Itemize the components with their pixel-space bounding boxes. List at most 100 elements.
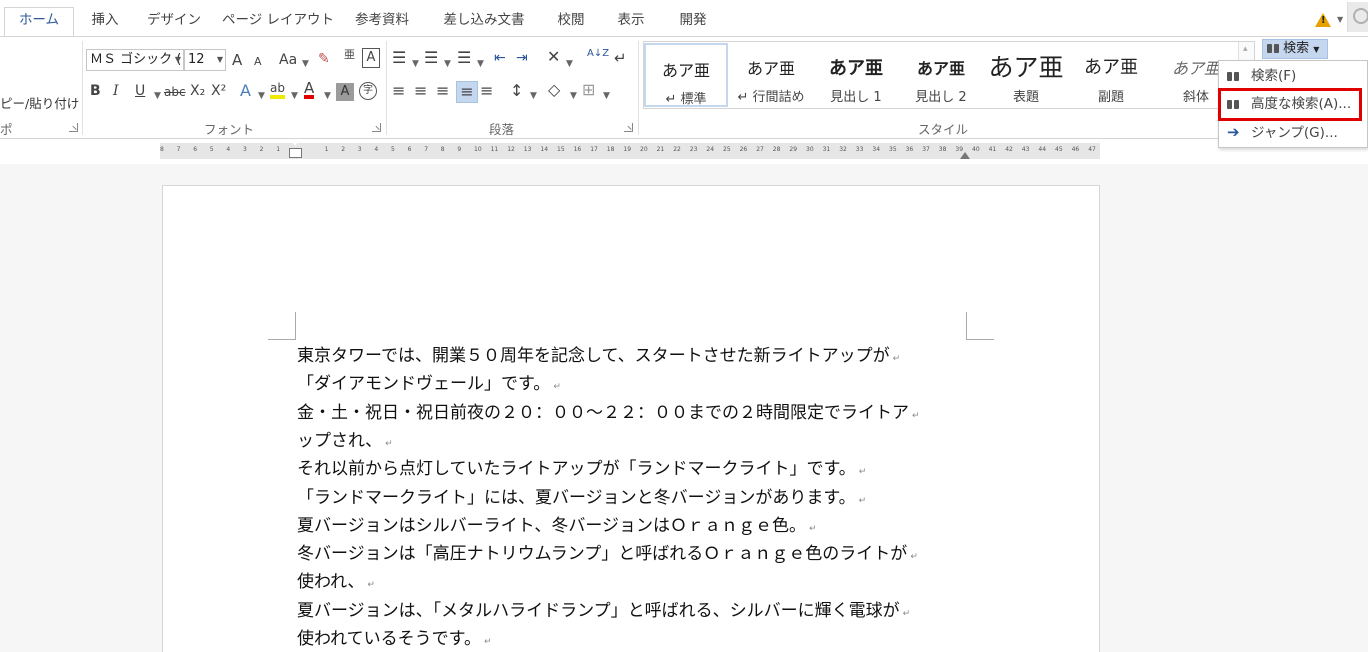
style-sample: あア亜 bbox=[988, 53, 1064, 82]
font-color-icon[interactable]: A bbox=[304, 81, 315, 99]
tab-home[interactable]: ホーム bbox=[4, 7, 74, 37]
paragraph-mark-icon: ↵ bbox=[367, 580, 375, 591]
tab-references[interactable]: 参考資料 bbox=[346, 8, 418, 36]
decrease-indent-icon[interactable]: ⇤ bbox=[494, 49, 506, 67]
tab-review[interactable]: 校閲 bbox=[548, 8, 594, 36]
document-line[interactable]: 夏バージョンは、「メタルハライドランプ」と呼ばれる、シルバーに輝く電球が ↵ bbox=[297, 597, 910, 625]
document-line[interactable]: 使われ、 ↵ bbox=[297, 568, 375, 596]
document-line[interactable]: ップされ、 ↵ bbox=[297, 427, 393, 455]
change-case-icon[interactable]: Aa bbox=[279, 51, 297, 69]
phonetic-guide-icon[interactable]: 亜 bbox=[344, 49, 355, 60]
ruler-tick: 29 bbox=[789, 146, 798, 153]
align-left-icon[interactable]: ≡ bbox=[392, 82, 405, 100]
font-size-combobox[interactable]: 12 ▼ bbox=[184, 49, 226, 71]
show-marks-icon[interactable]: ↵ bbox=[614, 49, 627, 67]
borders-icon[interactable]: ⊞ bbox=[582, 81, 595, 99]
ruler-tick: 15 bbox=[557, 146, 565, 153]
chevron-down-icon[interactable]: ▼ bbox=[444, 55, 451, 73]
character-border-icon[interactable]: A bbox=[362, 48, 380, 68]
document-line[interactable]: それ以前から点灯していたライトアップが「ランドマークライト」です。 ↵ bbox=[297, 455, 866, 483]
numbering-icon[interactable]: ☰ bbox=[424, 49, 438, 67]
document-line[interactable]: 「ランドマークライト」には、夏バージョンと冬バージョンがあります。 ↵ bbox=[297, 484, 866, 512]
font-launcher-icon[interactable] bbox=[372, 123, 381, 132]
first-line-indent-marker[interactable] bbox=[289, 139, 302, 163]
italic-button[interactable]: I bbox=[113, 82, 119, 100]
style-heading-2[interactable]: あア亜 見出し 2 bbox=[899, 43, 983, 107]
align-right-icon[interactable]: ≡ bbox=[436, 82, 449, 100]
chevron-down-icon[interactable]: ▼ bbox=[566, 55, 573, 73]
font-name-combobox[interactable]: ＭＳ ゴシック ( ▼ bbox=[86, 49, 184, 71]
menu-item-goto[interactable]: ➔ ジャンプ(G)... bbox=[1219, 119, 1367, 145]
tab-mailings[interactable]: 差し込み文書 bbox=[436, 8, 532, 36]
chevron-down-icon[interactable]: ▼ bbox=[603, 87, 610, 105]
strikethrough-button[interactable]: abc bbox=[164, 83, 186, 101]
subscript-button[interactable]: X₂ bbox=[190, 82, 205, 100]
chevron-down-icon[interactable]: ▼ bbox=[412, 55, 419, 73]
style-normal[interactable]: あア亜 ↵ 標準 bbox=[644, 43, 728, 107]
paste-button-label[interactable]: ピー/貼り付け bbox=[0, 93, 79, 112]
style-title[interactable]: あア亜 表題 bbox=[984, 43, 1068, 107]
menu-item-find[interactable]: 検索(F) bbox=[1219, 63, 1367, 89]
account-icon[interactable] bbox=[1347, 2, 1368, 32]
chevron-down-icon[interactable]: ▼ bbox=[154, 87, 161, 105]
style-subtitle[interactable]: あア亜 副題 bbox=[1069, 43, 1153, 107]
tab-insert[interactable]: 挿入 bbox=[80, 8, 130, 36]
ruler-tick: 19 bbox=[623, 146, 632, 153]
search-button[interactable]: 検索 ▼ bbox=[1262, 39, 1328, 59]
increase-indent-icon[interactable]: ⇥ bbox=[516, 49, 528, 67]
document-line[interactable]: 使われているそうです。 ↵ bbox=[297, 625, 492, 652]
tab-page-layout[interactable]: ページ レイアウト bbox=[222, 8, 334, 36]
underline-button[interactable]: U bbox=[135, 82, 145, 100]
chevron-down-icon[interactable]: ▼ bbox=[324, 87, 331, 105]
chevron-down-icon[interactable]: ▼ bbox=[570, 87, 577, 105]
ruler-tick: 35 bbox=[889, 146, 897, 153]
multilevel-list-icon[interactable]: ☰ bbox=[457, 49, 471, 67]
ruler-tick: 47 bbox=[1088, 146, 1096, 153]
highlight-color-icon[interactable]: ab bbox=[270, 81, 285, 99]
tab-view[interactable]: 表示 bbox=[608, 8, 654, 36]
paragraph-launcher-icon[interactable] bbox=[624, 123, 633, 132]
sort-icon[interactable]: A↓Z bbox=[587, 49, 609, 59]
style-heading-1[interactable]: あア亜 見出し 1 bbox=[814, 43, 898, 107]
distributed-icon[interactable]: ≡ bbox=[480, 82, 493, 100]
enclose-characters-icon[interactable]: 字 bbox=[359, 82, 377, 100]
chevron-down-icon[interactable]: ▼ bbox=[291, 87, 298, 105]
bullets-icon[interactable]: ☰ bbox=[392, 49, 406, 67]
justify-icon[interactable]: ≡ bbox=[456, 81, 478, 103]
shading-icon[interactable]: ◇ bbox=[548, 81, 560, 99]
warning-icon[interactable] bbox=[1315, 13, 1331, 27]
chevron-down-icon[interactable]: ▼ bbox=[477, 55, 484, 73]
ruler-tick: 37 bbox=[922, 146, 930, 153]
superscript-button[interactable]: X² bbox=[211, 82, 226, 100]
grow-font-icon[interactable]: A bbox=[232, 51, 242, 69]
clipboard-launcher-icon[interactable] bbox=[69, 123, 78, 132]
ruler-tick: 18 bbox=[606, 146, 615, 153]
paragraph-mark-icon: ↵ bbox=[808, 523, 817, 534]
chevron-down-icon[interactable]: ▼ bbox=[302, 55, 309, 73]
line-spacing-icon[interactable]: ↕ bbox=[510, 82, 523, 100]
chevron-down-icon[interactable]: ▼ bbox=[175, 50, 181, 70]
character-shading-icon[interactable]: A bbox=[336, 83, 354, 101]
bold-button[interactable]: B bbox=[90, 82, 101, 100]
right-indent-marker[interactable] bbox=[960, 152, 970, 159]
chevron-down-icon[interactable]: ▼ bbox=[530, 87, 537, 105]
asian-layout-icon[interactable]: ✕ bbox=[547, 48, 560, 66]
chevron-down-icon[interactable]: ▼ bbox=[217, 50, 223, 70]
clear-formatting-icon[interactable]: ✎ bbox=[318, 50, 330, 68]
document-line[interactable]: 「ダイアモンドヴェール」です。 ↵ bbox=[297, 370, 561, 398]
paragraph-mark-icon: ↵ bbox=[858, 467, 867, 478]
tab-developer[interactable]: 開発 bbox=[668, 8, 718, 36]
style-no-spacing[interactable]: あア亜 ↵ 行間詰め bbox=[729, 43, 813, 107]
chevron-down-icon[interactable]: ▼ bbox=[1337, 15, 1343, 24]
ruler-tick: 40 bbox=[972, 146, 980, 153]
document-line[interactable]: 東京タワーでは、開業５０周年を記念して、スタートさせた新ライトアップが ↵ bbox=[297, 342, 900, 370]
document-line[interactable]: 冬バージョンは「高圧ナトリウムランプ」と呼ばれるＯｒａｎｇｅ色のライトが ↵ bbox=[297, 540, 918, 568]
shrink-font-icon[interactable]: A bbox=[254, 53, 262, 71]
document-line[interactable]: 夏バージョンはシルバーライト、冬バージョンはＯｒａｎｇｅ色。 ↵ bbox=[297, 512, 817, 540]
align-center-icon[interactable]: ≡ bbox=[414, 82, 427, 100]
tab-design[interactable]: デザイン bbox=[142, 8, 206, 36]
document-line[interactable]: 金・土・祝日・祝日前夜の２０：００～２２：００までの２時間限定でライトア ↵ bbox=[297, 399, 920, 427]
chevron-down-icon[interactable]: ▼ bbox=[258, 87, 265, 105]
ruler-tick: 7 bbox=[176, 146, 181, 153]
text-effects-icon[interactable]: A bbox=[240, 82, 251, 100]
